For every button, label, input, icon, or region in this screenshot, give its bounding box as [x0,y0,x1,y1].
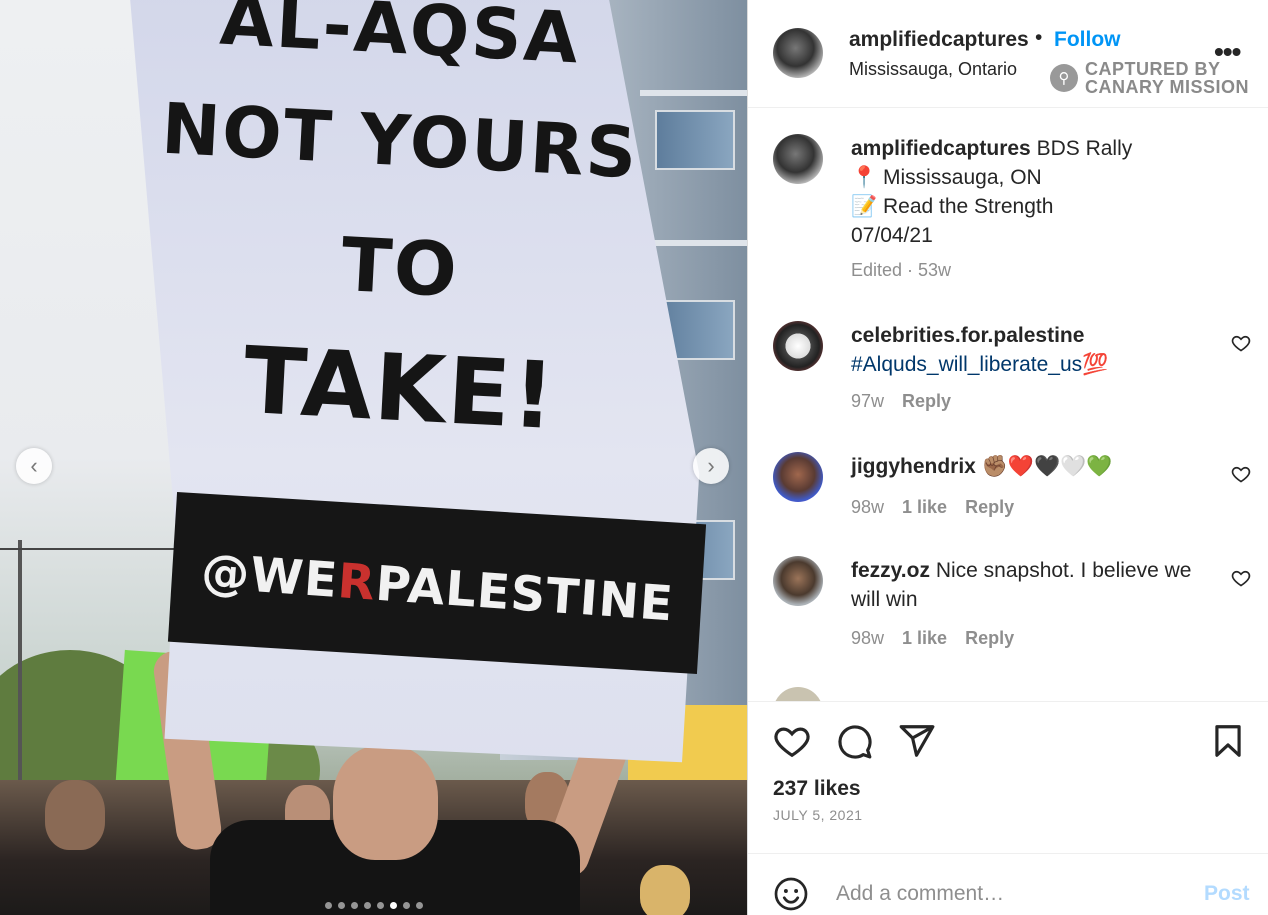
like-comment-icon[interactable] [1231,568,1251,588]
post-side-panel: amplifiedcaptures • Follow Mississauga, … [747,0,1268,915]
reply-button[interactable]: Reply [902,391,951,412]
carousel-dot [376,902,384,909]
separator-dot: • [1035,26,1043,49]
likes-count[interactable]: 237 likes [773,777,861,801]
carousel-dot [402,902,410,909]
like-comment-icon[interactable] [1231,333,1251,353]
chevron-right-icon: › [707,453,715,478]
caption-meta: Edited · 53w [851,260,951,281]
comment-username[interactable]: celebrities.for.palestine [851,324,1084,347]
canary-mission-watermark: ⚲ CAPTURED BY CANARY MISSION [1050,60,1249,96]
commenter-avatar[interactable] [773,687,823,701]
post-header: amplifiedcaptures • Follow Mississauga, … [748,0,1268,108]
carousel-indicator [0,902,747,909]
post-date[interactable]: JULY 5, 2021 [773,807,863,823]
power-line [0,548,180,550]
comment-age[interactable]: 97w [851,391,884,412]
carousel-dot [350,902,358,909]
edited-timestamp: Edited · 53w [851,260,952,280]
comment-age[interactable]: 98w [851,497,884,518]
commenter-avatar[interactable] [773,556,823,606]
author-username[interactable]: amplifiedcaptures [849,28,1029,52]
bookmark-icon[interactable] [1209,722,1247,760]
commenter-avatar[interactable] [773,452,823,502]
watermark-line: CANARY MISSION [1085,77,1250,97]
carousel-dot [337,902,345,909]
canary-logo-icon: ⚲ [1050,64,1078,92]
watermark-line: CAPTURED BY [1085,59,1221,79]
building-window [655,110,735,170]
like-icon[interactable] [773,722,811,760]
next-photo-button[interactable]: › [693,448,729,484]
caption-line: 📝 Read the Strength [851,195,1054,218]
like-comment-icon[interactable] [1231,464,1251,484]
commenter-avatar[interactable] [773,321,823,371]
comment-input[interactable]: Add a comment… [836,882,1004,906]
comment-icon[interactable] [835,722,873,760]
carousel-dot [415,902,423,909]
comment-age[interactable]: 98w [851,628,884,649]
comment-username[interactable]: jiggyhendrix [851,455,976,478]
post-location[interactable]: Mississauga, Ontario [849,59,1017,80]
post-actions: 237 likes JULY 5, 2021 [748,701,1268,853]
building-ledge [640,90,747,96]
previous-photo-button[interactable]: ‹ [16,448,52,484]
comment-text: ✊🏽❤️🖤🤍💚 [981,455,1113,478]
comment-likes[interactable]: 1 like [902,497,947,518]
comment-likes[interactable]: 1 like [902,628,947,649]
caption-line: 📍 Mississauga, ON [851,166,1042,189]
comment-username[interactable]: fezzy.oz [851,559,930,582]
person-head [45,780,105,850]
author-avatar[interactable] [773,28,823,78]
reply-button[interactable]: Reply [965,497,1014,518]
comment-hashtag[interactable]: #Alquds_will_liberate_us💯 [851,353,1108,376]
carousel-dot [324,902,332,909]
share-icon[interactable] [898,722,936,760]
caption-line: 07/04/21 [851,224,933,247]
post-photo: AL-AQSA NOT YOURS TO TAKE! @WERPALESTINE… [0,0,747,915]
follow-button[interactable]: Follow [1054,28,1121,52]
carousel-dot [389,902,397,909]
carousel-dot [363,902,371,909]
author-avatar[interactable] [773,134,823,184]
instagram-post-view: AL-AQSA NOT YOURS TO TAKE! @WERPALESTINE… [0,0,1268,915]
chevron-left-icon: ‹ [30,453,38,478]
post-comment-button[interactable]: Post [1204,882,1250,906]
reply-button[interactable]: Reply [965,628,1014,649]
caption-text: BDS Rally [1036,137,1133,160]
comments-scroll-area[interactable]: amplifiedcaptures BDS Rally 📍 Mississaug… [748,109,1268,701]
add-comment-bar: Add a comment… Post [748,853,1268,915]
caption-username[interactable]: amplifiedcaptures [851,137,1031,160]
sign-holder-head [333,745,438,860]
emoji-icon[interactable] [773,876,809,912]
